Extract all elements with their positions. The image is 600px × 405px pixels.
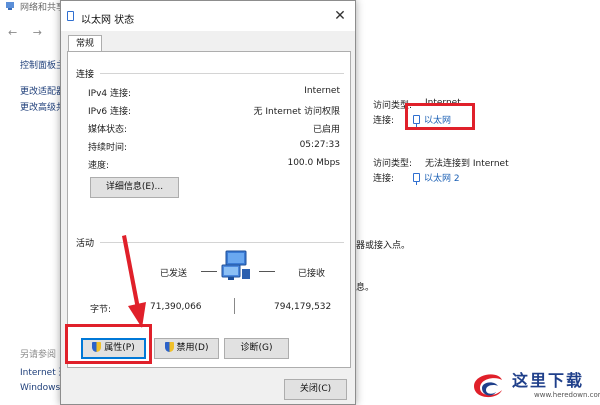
bytes-label: 字节:	[90, 305, 112, 315]
tab-general[interactable]: 常规	[68, 35, 102, 52]
dialog-title: 以太网 状态	[81, 15, 135, 26]
watermark-url: www.heredown.com	[534, 391, 600, 399]
change-advanced-sharing-link[interactable]: 更改高级共	[20, 100, 65, 113]
received-label: 已接收	[298, 269, 326, 279]
see-also-windows-firewall-link[interactable]: Windows	[20, 383, 60, 393]
watermark-text: 这里下载	[512, 371, 585, 390]
control-panel-home-link[interactable]: 控制面板主	[20, 58, 65, 71]
ipv6-label: IPv6 连接:	[88, 107, 132, 117]
network1-connection-label: 连接:	[373, 116, 395, 126]
close-icon[interactable]: ✕	[331, 7, 349, 25]
bytes-received-value: 794,179,532	[274, 302, 332, 312]
network2-connection-label: 连接:	[373, 174, 395, 184]
network2-connection-value[interactable]: 以太网 2	[424, 174, 460, 184]
see-also-label: 另请参阅	[20, 350, 57, 360]
site-watermark: 这里下载 www.heredown.com	[468, 364, 600, 405]
dialog-titlebar: 以太网 状态 ✕	[61, 1, 355, 31]
activity-group-label: 活动	[76, 239, 95, 249]
watermark-logo-icon	[474, 374, 502, 398]
media-state-value: 已启用	[312, 125, 340, 135]
network2-access-type-label: 访问类型:	[373, 159, 413, 169]
shield-icon	[164, 342, 174, 352]
speed-value: 100.0 Mbps	[287, 158, 340, 168]
ipv6-value: 无 Internet 访问权限	[253, 107, 340, 117]
highlight-box-properties	[65, 324, 152, 364]
ipv4-label: IPv4 连接:	[88, 89, 132, 99]
annotation-arrow	[122, 235, 146, 328]
bg-text-fragment-1: 器或接入点。	[356, 241, 411, 251]
media-state-label: 媒体状态:	[88, 125, 128, 135]
back-forward-nav-icon[interactable]: ← →	[8, 26, 48, 39]
speed-label: 速度:	[88, 161, 110, 171]
close-button[interactable]: 关闭(C)	[284, 379, 347, 400]
network2-ethernet-link[interactable]: 以太网 2	[413, 171, 460, 185]
sent-dash	[201, 271, 217, 272]
ethernet-icon	[67, 11, 74, 21]
bytes-sent-value: 71,390,066	[150, 302, 202, 312]
change-adapter-settings-link[interactable]: 更改适配器	[20, 84, 65, 97]
duration-value: 05:27:33	[299, 140, 340, 150]
ethernet-icon	[413, 173, 420, 185]
details-button[interactable]: 详细信息(E)...	[90, 177, 179, 198]
ipv4-value: Internet	[304, 86, 340, 96]
disable-button[interactable]: 禁用(D)	[154, 338, 219, 359]
network-center-icon	[6, 2, 14, 10]
bytes-separator	[234, 298, 235, 314]
highlight-box-ethernet	[405, 103, 475, 130]
duration-label: 持续时间:	[88, 143, 128, 153]
connection-group-divider	[100, 73, 344, 74]
disable-button-label: 禁用(D)	[176, 343, 209, 353]
diagnose-button[interactable]: 诊断(G)	[224, 338, 289, 359]
network-activity-icon	[221, 250, 250, 280]
bg-text-fragment-2: 息。	[356, 283, 375, 293]
connection-group-label: 连接	[76, 70, 95, 80]
sent-label: 已发送	[160, 269, 188, 279]
received-dash	[259, 271, 275, 272]
network2-access-type-value: 无法连接到 Internet	[425, 159, 509, 169]
